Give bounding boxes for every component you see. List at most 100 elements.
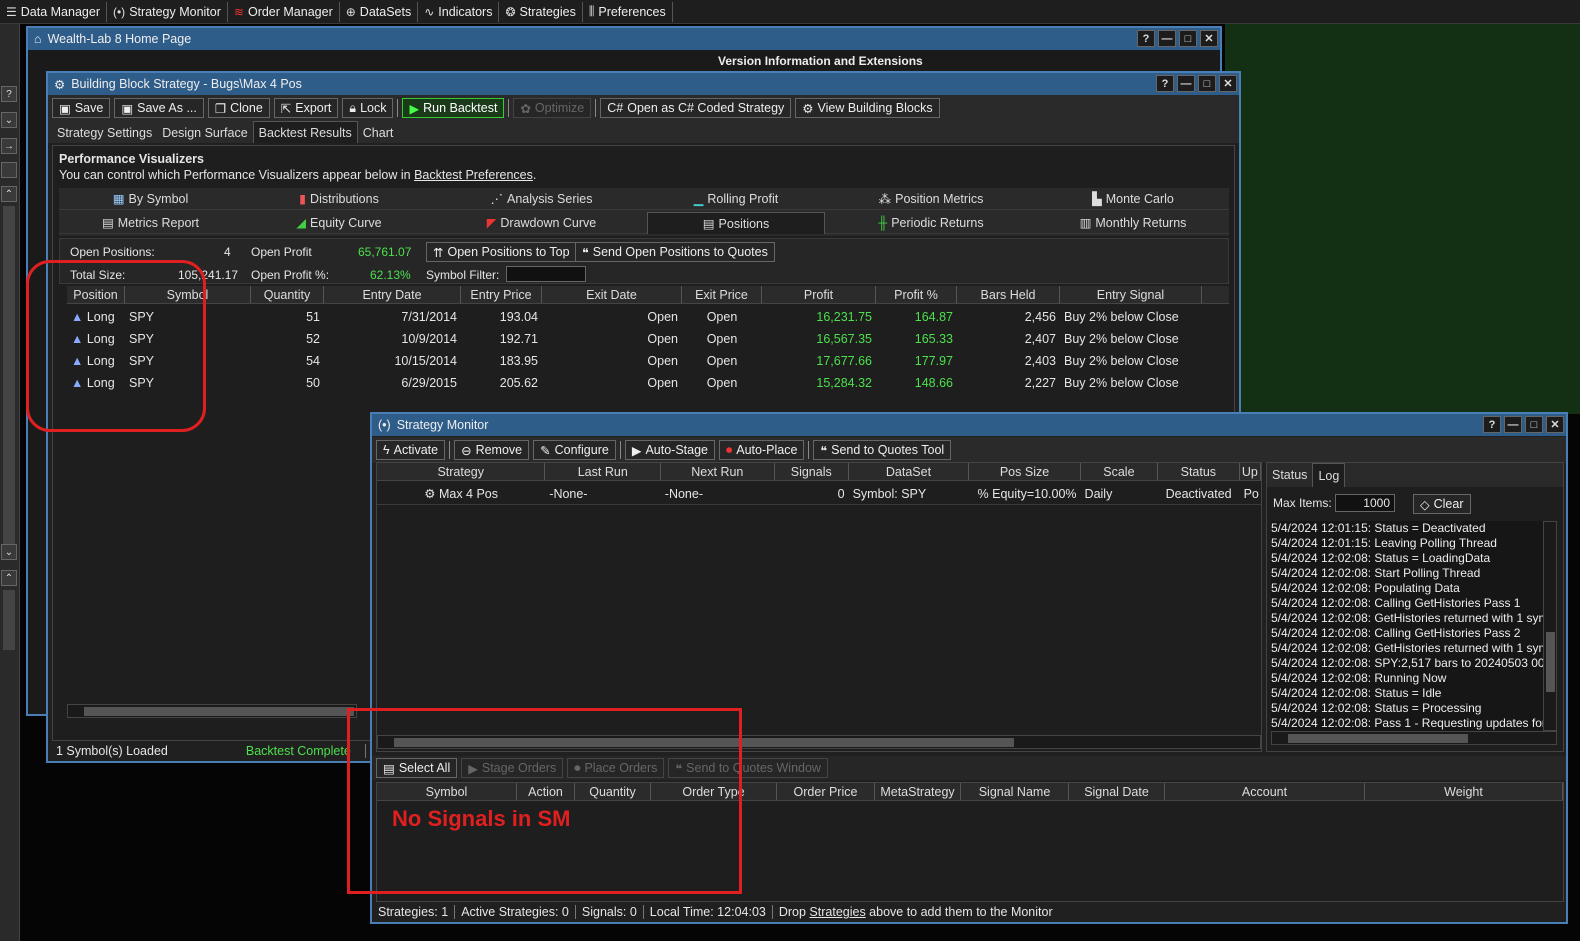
view-building-blocks-button[interactable]: ⚙ View Building Blocks (795, 98, 940, 118)
viz-distributions[interactable]: ▮ Distributions (242, 188, 436, 210)
viz-position-metrics[interactable]: ⁂ Position Metrics (825, 188, 1037, 210)
run-backtest-button[interactable]: ▶ Run Backtest (402, 98, 505, 118)
save-button[interactable]: ▣ Save (52, 98, 111, 118)
menu-data-manager[interactable]: ☰ Data Manager (0, 1, 107, 22)
help-button[interactable]: ? (1156, 75, 1174, 92)
menu-datasets[interactable]: ⊕ DataSets (340, 1, 419, 22)
minimize-button[interactable]: — (1158, 30, 1176, 47)
help-button[interactable]: ? (1483, 416, 1501, 433)
send-to-quotes-tool-button[interactable]: ❝ Send to Quotes Tool (813, 440, 952, 460)
auto-place-button[interactable]: ⏺ Auto-Place (718, 440, 805, 460)
scroll-up-icon[interactable]: ⌃ (1, 186, 17, 202)
col-profit-pct[interactable]: Profit % (876, 286, 957, 303)
table-row[interactable]: ▲ Long SPY 51 7/31/2014 193.04 Open Open 16,231… (67, 306, 1229, 328)
open-csharp-button[interactable]: C# Open as C# Coded Strategy (600, 98, 792, 118)
close-button[interactable]: ✕ (1219, 75, 1237, 92)
viz-rolling-profit[interactable]: ▁ Rolling Profit (647, 188, 825, 210)
strategies-link[interactable]: Strategies (809, 905, 865, 919)
maximize-button[interactable]: □ (1525, 416, 1543, 433)
export-button[interactable]: ⇱ Export (273, 98, 339, 118)
col-profit[interactable]: Profit (762, 286, 876, 303)
col-scale[interactable]: Scale (1081, 463, 1158, 480)
col-entry-signal[interactable]: Entry Signal (1060, 286, 1202, 303)
menu-strategies[interactable]: ❂ Strategies (499, 1, 583, 22)
log-hscrollbar[interactable] (1271, 731, 1557, 745)
col-metastrategy[interactable]: MetaStrategy (875, 783, 961, 800)
activate-button[interactable]: ϟ Activate (376, 440, 446, 460)
col-status[interactable]: Status (1158, 463, 1240, 480)
viz-monte-carlo[interactable]: ▙ Monte Carlo (1037, 188, 1229, 210)
table-row[interactable]: ▲ Long SPY 50 6/29/2015 205.62 Open Open 15,284… (67, 372, 1229, 394)
table-row[interactable]: ▲ Long SPY 52 10/9/2014 192.71 Open Open 16,567… (67, 328, 1229, 350)
tab-strategy-settings[interactable]: Strategy Settings (52, 123, 157, 143)
menu-preferences[interactable]: ⫼ Preferences (583, 1, 673, 22)
auto-stage-button[interactable]: ▶ Auto-Stage (624, 440, 715, 460)
table-row[interactable]: ▲ Long SPY 54 10/15/2014 183.95 Open Open 17,67… (67, 350, 1229, 372)
close-button[interactable]: ✕ (1546, 416, 1564, 433)
scroll-down-icon[interactable]: ⌄ (1, 544, 17, 560)
viz-periodic-returns[interactable]: ╫ Periodic Returns (825, 212, 1037, 234)
close-button[interactable]: ✕ (1200, 30, 1218, 47)
scroll-up-icon-2[interactable]: ⌃ (1, 570, 17, 586)
col-entry-price[interactable]: Entry Price (461, 286, 542, 303)
col-strategy[interactable]: Strategy (377, 463, 546, 480)
dock-scrollbar[interactable] (3, 206, 15, 556)
box-icon[interactable] (1, 162, 17, 178)
col-signal-name[interactable]: Signal Name (961, 783, 1069, 800)
viz-metrics-report[interactable]: ▤ Metrics Report (59, 212, 242, 234)
col-up[interactable]: Up (1240, 463, 1261, 480)
save-as-button[interactable]: ▣ Save As ... (114, 98, 204, 118)
dock-scrollbar-2[interactable] (3, 590, 15, 650)
minimize-button[interactable]: — (1177, 75, 1195, 92)
tab-log[interactable]: Log (1312, 463, 1346, 487)
col-last-run[interactable]: Last Run (545, 463, 662, 480)
chevron-down-icon[interactable]: ⌄ (1, 112, 17, 128)
minimize-button[interactable]: — (1504, 416, 1522, 433)
col-quantity[interactable]: Quantity (251, 286, 324, 303)
clone-button[interactable]: ❐ Clone (207, 98, 270, 118)
viz-by-symbol[interactable]: ▦ By Symbol (59, 188, 242, 210)
viz-analysis-series[interactable]: ⋰ Analysis Series (436, 188, 647, 210)
optimize-button[interactable]: ✿ Optimize (513, 98, 592, 118)
col-weight[interactable]: Weight (1365, 783, 1563, 800)
col-pos-size[interactable]: Pos Size (969, 463, 1081, 480)
tab-design-surface[interactable]: Design Surface (157, 123, 252, 143)
backtest-preferences-link[interactable]: Backtest Preferences (414, 168, 533, 182)
log-vscrollbar[interactable] (1543, 521, 1557, 731)
col-next-run[interactable]: Next Run (661, 463, 775, 480)
menu-indicators[interactable]: ∿ Indicators (418, 1, 500, 22)
viz-monthly-returns[interactable]: ▥ Monthly Returns (1037, 212, 1229, 234)
tab-backtest-results[interactable]: Backtest Results (252, 121, 358, 143)
help-icon[interactable]: ? (1, 86, 17, 102)
symbol-filter-input[interactable] (506, 266, 586, 282)
viz-drawdown-curve[interactable]: ◤ Drawdown Curve (436, 212, 647, 234)
col-exit-price[interactable]: Exit Price (682, 286, 762, 303)
col-order-price[interactable]: Order Price (777, 783, 875, 800)
lock-button[interactable]: 🔒︎ Lock (342, 98, 394, 118)
col-signals[interactable]: Signals (775, 463, 849, 480)
configure-button[interactable]: ✎ Configure (533, 440, 616, 460)
maximize-button[interactable]: □ (1179, 30, 1197, 47)
viz-equity-curve[interactable]: ◢ Equity Curve (242, 212, 436, 234)
strategy-row[interactable]: ⚙ Max 4 Pos -None- -None- 0 Symbol: SPY … (377, 483, 1261, 505)
menu-strategy-monitor[interactable]: (•) Strategy Monitor (107, 1, 228, 22)
max-items-input[interactable]: 1000 (1335, 494, 1395, 512)
menu-order-manager[interactable]: ≋ Order Manager (228, 1, 340, 22)
help-button[interactable]: ? (1137, 30, 1155, 47)
tab-chart[interactable]: Chart (358, 123, 399, 143)
arrow-right-icon[interactable]: → (1, 138, 17, 154)
col-dataset[interactable]: DataSet (849, 463, 970, 480)
col-account[interactable]: Account (1165, 783, 1365, 800)
col-signal-date[interactable]: Signal Date (1069, 783, 1165, 800)
open-positions-to-top-button[interactable]: ⇈ Open Positions to Top (426, 242, 577, 262)
positions-hscrollbar[interactable] (67, 704, 357, 718)
send-positions-to-quotes-button[interactable]: ❝ Send Open Positions to Quotes (575, 242, 775, 262)
col-exit-date[interactable]: Exit Date (542, 286, 682, 303)
viz-positions[interactable]: ▤ Positions (647, 212, 825, 234)
remove-button[interactable]: ⊖ Remove (454, 440, 530, 460)
col-entry-date[interactable]: Entry Date (324, 286, 461, 303)
maximize-button[interactable]: □ (1198, 75, 1216, 92)
clear-log-button[interactable]: ◇ Clear (1413, 494, 1471, 514)
col-bars-held[interactable]: Bars Held (957, 286, 1060, 303)
tab-status[interactable]: Status (1267, 463, 1312, 487)
